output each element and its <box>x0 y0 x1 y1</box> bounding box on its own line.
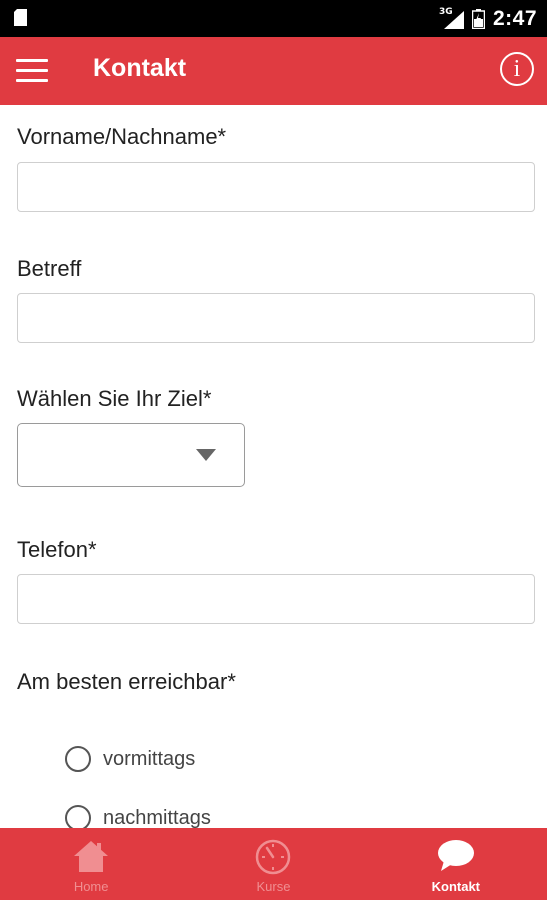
goal-select[interactable] <box>17 423 245 487</box>
page-title: Kontakt <box>93 54 187 82</box>
phone-input[interactable] <box>17 574 535 624</box>
info-glyph: i <box>513 55 521 82</box>
phone-label: Telefon* <box>17 537 97 562</box>
nav-label-kurse: Kurse <box>256 879 291 894</box>
status-bar-right: 3G 2:47 <box>439 0 537 37</box>
goal-label: Wählen Sie Ihr Ziel* <box>17 386 212 411</box>
nav-label-kontakt: Kontakt <box>431 879 480 894</box>
nav-item-kurse[interactable]: Kurse <box>182 828 364 900</box>
dropdown-arrow-icon <box>196 449 216 461</box>
contact-form: Vorname/Nachname* Betreff Wählen Sie Ihr… <box>0 105 547 828</box>
status-bar: 3G 2:47 <box>0 0 547 37</box>
info-icon[interactable]: i <box>500 52 534 86</box>
signal-icon <box>443 11 464 29</box>
radio-option-vormittags[interactable]: vormittags <box>65 744 195 774</box>
radio-button[interactable] <box>65 746 91 772</box>
radio-button[interactable] <box>65 805 91 828</box>
chat-bubble-icon <box>437 840 474 871</box>
home-icon <box>74 841 109 872</box>
signal-indicator: 3G <box>439 0 464 37</box>
hamburger-menu-icon[interactable] <box>16 59 48 83</box>
subject-label: Betreff <box>17 256 82 281</box>
sd-card-icon <box>14 9 27 26</box>
clock: 2:47 <box>492 6 537 30</box>
nav-label-home: Home <box>73 879 109 894</box>
bottom-navigation: Home Kurse Kontakt <box>0 828 547 900</box>
radio-label: nachmittags <box>103 806 211 829</box>
reachable-label: Am besten erreichbar* <box>17 669 236 694</box>
name-input[interactable] <box>17 162 535 212</box>
radio-label: vormittags <box>103 747 196 770</box>
stopwatch-icon <box>256 839 291 875</box>
nav-item-home[interactable]: Home <box>0 828 182 900</box>
nav-item-kontakt[interactable]: Kontakt <box>365 828 547 900</box>
app-bar: Kontakt i <box>0 37 547 105</box>
subject-input[interactable] <box>17 293 535 343</box>
name-label: Vorname/Nachname* <box>17 124 227 149</box>
radio-option-nachmittags[interactable]: nachmittags <box>65 803 211 828</box>
battery-icon <box>471 8 485 29</box>
